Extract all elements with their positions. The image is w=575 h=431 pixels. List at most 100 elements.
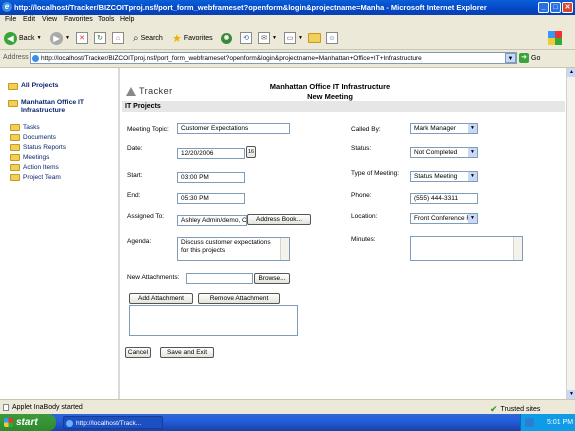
search-button[interactable]: ⌕ Search [133,31,163,45]
maximize-button[interactable]: □ [550,2,561,13]
start-time-input[interactable]: 03:00 PM [177,172,245,183]
address-dropdown-button[interactable]: ▼ [505,53,516,63]
meeting-topic-label: Meeting Topic: [127,126,169,133]
nav-all-projects[interactable]: All Projects [8,82,58,90]
refresh-button[interactable]: ↻ [94,31,106,45]
start-button[interactable]: start [0,414,56,431]
taskbar-item-label: http://localhost/Track... [76,420,142,427]
nav-item-meetings[interactable]: Meetings [10,154,49,161]
nav-item-tasks[interactable]: Tasks [10,124,40,131]
chevron-down-icon: ▼ [36,35,42,41]
meeting-type-select[interactable]: Status Meeting ▼ [410,171,478,182]
cancel-button[interactable]: Cancel [125,347,151,358]
history-icon: ⟲ [240,32,252,44]
date-input[interactable]: 12/20/2006 [177,148,245,159]
nav-item-documents[interactable]: Documents [10,134,56,141]
media-button[interactable]: ◉ [221,31,232,45]
vertical-scrollbar[interactable]: ▲ ▼ [566,68,575,399]
nav-item-status-reports[interactable]: Status Reports [10,144,66,151]
attachments-list[interactable] [129,305,298,336]
minutes-textarea[interactable] [410,236,523,261]
minutes-scrollbar[interactable] [513,237,522,260]
called-by-select[interactable]: Mark Manager ▼ [410,123,478,134]
calendar-icon[interactable]: 16 [246,146,256,158]
folder-icon [10,174,20,181]
nav-item-project-team[interactable]: Project Team [10,174,61,181]
folder-icon [308,33,321,43]
page-subtitle: New Meeting [307,92,353,101]
minimize-button[interactable]: _ [538,2,549,13]
windows-logo-icon [548,31,562,45]
left-navigation: All Projects Manhattan Office IT Infrast… [0,68,120,399]
tracker-logo-text: Tracker [139,86,173,96]
tracker-logo: Tracker [126,86,173,96]
page-icon [3,404,9,411]
menu-edit[interactable]: Edit [23,16,35,23]
stop-button[interactable]: ✕ [76,31,88,45]
chevron-down-icon: ▼ [468,148,477,157]
address-book-button[interactable]: Address Book... [247,214,311,225]
history-button[interactable]: ⟲ [240,31,252,45]
ie-icon: e [2,2,12,12]
forward-button[interactable]: ▶ ▼ [50,31,70,45]
mail-button[interactable]: ✉ ▼ [258,31,277,45]
chevron-down-icon: ▼ [468,172,477,181]
search-icon: ⌕ [133,32,139,44]
location-select[interactable]: Front Conference R ▼ [410,213,478,224]
messenger-button[interactable]: ☺ [326,31,338,45]
assigned-to-input[interactable]: Ashley Admin/demo, Cai [177,215,247,226]
chevron-down-icon: ▼ [298,35,303,41]
chevron-down-icon: ▼ [468,214,477,223]
folder-button[interactable] [308,31,321,45]
chevron-down-icon: ▼ [65,35,70,41]
address-input[interactable]: http://localhost/Tracker/BIZCOITproj.nsf… [30,52,517,64]
menu-favorites[interactable]: Favorites [64,16,93,23]
title-bar[interactable]: e http://localhost/Tracker/BIZCOITproj.n… [0,0,575,15]
scroll-up-button[interactable]: ▲ [567,68,575,77]
nav-item-action-items[interactable]: Action Items [10,164,59,171]
stop-icon: ✕ [76,32,88,44]
back-button[interactable]: ◀ Back ▼ [4,31,42,45]
favorites-button[interactable]: ★ Favorites [172,31,213,45]
status-bar: Applet InaBody started ✔ Trusted sites [0,399,575,415]
clock[interactable]: 5:01 PM [547,414,573,431]
save-and-exit-button[interactable]: Save and Exit [160,347,214,358]
window-title: http://localhost/Tracker/BIZCOITproj.nsf… [14,3,487,12]
phone-input[interactable]: (555) 444-3311 [410,193,478,204]
browse-button[interactable]: Browse... [254,273,290,284]
add-attachment-button[interactable]: Add Attachment [129,293,193,304]
print-button[interactable]: ▭ ▼ [284,31,303,45]
status-select[interactable]: Not Completed ▼ [410,147,478,158]
nav-project-label: Manhattan Office IT Infrastructure [21,99,85,114]
end-time-input[interactable]: 05:30 PM [177,193,245,204]
scroll-down-button[interactable]: ▼ [567,390,575,399]
meeting-topic-input[interactable]: Customer Expectations [177,123,290,134]
go-arrow-icon: ➜ [519,53,529,63]
page-icon [32,55,39,62]
menu-help[interactable]: Help [120,16,134,23]
back-arrow-icon: ◀ [4,31,17,45]
remove-attachment-button[interactable]: Remove Attachment [198,293,280,304]
go-button[interactable]: ➜ Go [519,53,540,63]
folder-icon [10,154,20,161]
meeting-type-label: Type of Meeting: [351,170,400,177]
menu-tools[interactable]: Tools [98,16,114,23]
agenda-scrollbar[interactable] [280,238,289,260]
menu-file[interactable]: File [5,16,16,23]
nav-project[interactable]: Manhattan Office IT Infrastructure [8,99,108,115]
close-button[interactable]: ✕ [562,2,573,13]
home-icon: ⌂ [112,32,124,44]
go-label: Go [531,54,541,62]
home-button[interactable]: ⌂ [112,31,124,45]
assigned-to-label: Assigned To: [127,213,165,220]
taskbar-item-ie[interactable]: http://localhost/Track... [63,416,163,429]
network-icon[interactable] [525,418,534,427]
attachment-path-input[interactable] [186,273,253,284]
agenda-textarea[interactable]: Discuss customer expectations for this p… [177,237,290,261]
security-zone-label: Trusted sites [500,406,541,413]
page-title: Manhattan Office IT Infrastructure [269,82,391,91]
menu-view[interactable]: View [42,16,57,23]
agenda-text: Discuss customer expectations for this p… [181,239,271,254]
forward-arrow-icon: ▶ [50,31,63,45]
ie-icon [66,420,73,427]
